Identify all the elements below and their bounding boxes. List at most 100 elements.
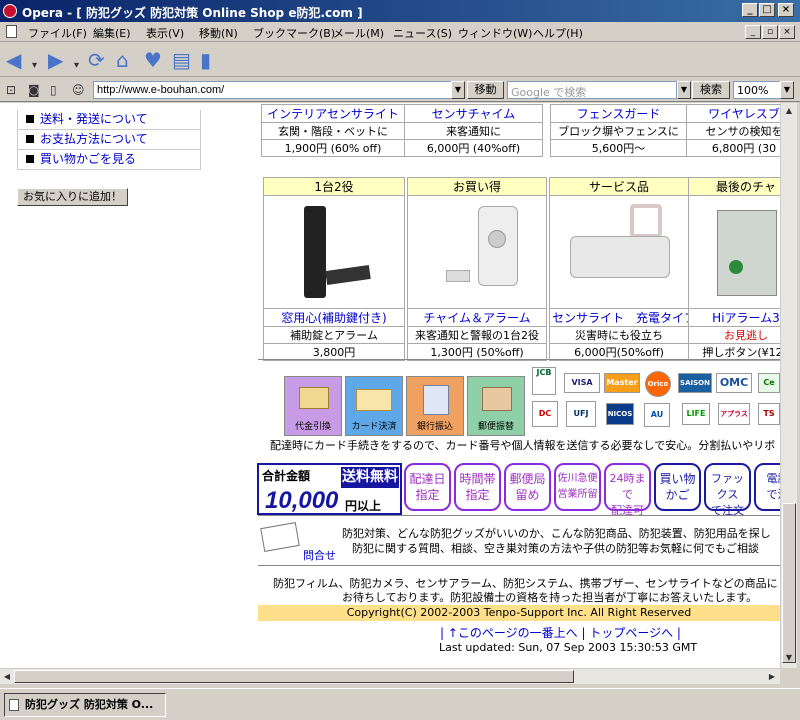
menu-go[interactable]: 移動(N): [199, 25, 238, 41]
nav-link-shipping[interactable]: 送料・発送について: [40, 112, 148, 126]
scroll-down-icon[interactable]: ▼: [782, 651, 796, 665]
search-engine-dropdown[interactable]: ▼: [677, 81, 691, 99]
top-products-table: インテリアセンサライト センサチャイム フェンスガード ワイヤレスブ 玄関・階段…: [261, 104, 780, 157]
copyright: Copyright(C) 2002-2003 Tenpo-Support Inc…: [258, 605, 780, 621]
go-button[interactable]: 移動: [467, 81, 504, 99]
scroll-corner: [780, 668, 800, 688]
mdi-restore-button[interactable]: ▫: [762, 25, 778, 39]
card-logo-nicos: NICOS: [606, 403, 634, 425]
menu-mail[interactable]: メール(M): [333, 25, 384, 41]
product-image-window-lock[interactable]: [263, 195, 405, 309]
nav-item-payment[interactable]: お支払方法について: [17, 130, 201, 150]
zoom-select[interactable]: 100%: [733, 81, 783, 99]
scroll-left-icon[interactable]: ◀: [0, 670, 14, 684]
horizontal-scrollbar[interactable]: ◀ ▶: [0, 668, 780, 684]
product-desc: 補助錠とアラーム: [263, 326, 405, 344]
page-info-icon[interactable]: ▯: [50, 83, 57, 97]
home-icon[interactable]: ⌂: [116, 49, 129, 71]
divider: [258, 515, 780, 516]
menu-file[interactable]: ファイル(F): [28, 25, 87, 41]
threshold-amount: 10,000: [265, 487, 339, 514]
benefit-sagawa[interactable]: 佐川急便 営業所留: [554, 463, 601, 511]
mdi-minimize-button[interactable]: _: [745, 25, 761, 39]
task-button[interactable]: 防犯グッズ 防犯対策 O...: [4, 693, 166, 717]
menu-window[interactable]: ウィンドウ(W): [458, 25, 532, 41]
payment-cod[interactable]: 代金引換: [284, 376, 342, 436]
product-name[interactable]: Hiアラーム3: [688, 308, 780, 327]
card-logo-aplus: アプラス: [718, 403, 750, 425]
back-history-icon[interactable]: ▾: [32, 55, 37, 77]
page-nav-links[interactable]: | ↑このページの一番上へ | トップページへ |: [440, 624, 681, 641]
nav-item-shipping[interactable]: 送料・発送について: [17, 110, 201, 130]
product-name[interactable]: インテリアセンサライト: [261, 104, 405, 123]
menu-help[interactable]: ヘルプ(H): [533, 25, 583, 41]
print-icon[interactable]: ▤: [172, 49, 191, 71]
benefit-phone-order[interactable]: 電話 で注: [754, 463, 780, 511]
menu-bookmarks[interactable]: ブックマーク(B): [253, 25, 335, 41]
product-image-hi-alarm[interactable]: [688, 195, 780, 309]
forward-history-icon[interactable]: ▾: [74, 55, 79, 77]
hotlist-icon[interactable]: ♥: [144, 49, 162, 71]
back-icon[interactable]: ◀: [6, 49, 21, 71]
zoom-dropdown[interactable]: ▼: [780, 81, 794, 99]
product-name[interactable]: センサライト 充電タイプ: [549, 308, 689, 327]
reload-icon[interactable]: ⟳: [88, 49, 105, 71]
card-logo-jcb: JCB: [532, 367, 556, 395]
benefit-time-slot[interactable]: 時間帯 指定: [454, 463, 501, 511]
minimize-button[interactable]: _: [742, 3, 758, 17]
product-name[interactable]: センサチャイム: [404, 104, 543, 123]
card-logo-ts: TS: [758, 403, 780, 425]
payment-card[interactable]: カード決済: [345, 376, 403, 436]
product-price: 1,300円 (50%off): [407, 343, 547, 361]
card-logo-au: AU: [644, 403, 670, 427]
benefit-post-office[interactable]: 郵便局 留め: [504, 463, 551, 511]
nav-link-payment[interactable]: お支払方法について: [40, 132, 148, 146]
bullet-icon: [26, 155, 34, 163]
scroll-up-icon[interactable]: ▲: [782, 104, 796, 118]
title-bar[interactable]: Opera - [ 防犯グッズ 防犯対策 Online Shop e防犯.com…: [0, 0, 800, 22]
address-bar: ⊡ ◙ ▯ ☺ http://www.e-bouhan.com/ ▼ 移動 Go…: [0, 78, 800, 102]
address-dropdown-button[interactable]: ▼: [451, 81, 465, 99]
payment-postal[interactable]: 郵便振替: [467, 376, 525, 436]
maximize-button[interactable]: □: [759, 3, 775, 17]
product-desc: 来客通知に: [404, 122, 543, 140]
product-name[interactable]: チャイム＆アラーム: [407, 308, 547, 327]
payment-bank[interactable]: 銀行振込: [406, 376, 464, 436]
close-button[interactable]: ×: [778, 3, 794, 17]
contact-card-icon[interactable]: [260, 522, 300, 552]
camera-icon[interactable]: ◙: [28, 83, 40, 97]
product-name[interactable]: フェンスガード: [550, 104, 687, 123]
scroll-right-icon[interactable]: ▶: [765, 670, 779, 684]
mdi-close-button[interactable]: ×: [779, 25, 795, 39]
user-icon[interactable]: ☺: [72, 83, 85, 97]
benefit-delivery-date[interactable]: 配達日 指定: [404, 463, 451, 511]
contact-link[interactable]: 問合せ: [303, 547, 336, 563]
address-input[interactable]: http://www.e-bouhan.com/: [93, 81, 465, 99]
nav-item-cart[interactable]: 買い物かごを見る: [17, 150, 201, 170]
product-image-sensor-light[interactable]: [549, 195, 689, 309]
add-favorite-button[interactable]: お気に入りに追加！: [17, 188, 128, 206]
nav-link-cart[interactable]: 買い物かごを見る: [40, 152, 136, 166]
vertical-scroll-thumb[interactable]: [782, 503, 796, 663]
vertical-scrollbar[interactable]: ▲ ▼: [780, 103, 797, 668]
free-shipping-banner: 合計金額 送料無料 10,000 円以上: [257, 463, 402, 515]
card-logo-saison: SAISON: [678, 373, 712, 393]
product-image-chime-alarm[interactable]: [407, 195, 547, 309]
benefit-24h[interactable]: 24時まで 配達可: [604, 463, 651, 517]
card-logo-master: Master: [604, 373, 640, 393]
benefit-cart[interactable]: 買い物 かご: [654, 463, 701, 511]
search-button[interactable]: 検索: [692, 81, 730, 99]
security-icon[interactable]: ⊡: [6, 83, 16, 97]
page-icon[interactable]: ▮: [200, 49, 211, 71]
menu-news[interactable]: ニュース(S): [393, 25, 452, 41]
benefit-fax-order[interactable]: ファックス で注文: [704, 463, 751, 517]
free-shipping-label: 送料無料: [341, 467, 399, 488]
menu-edit[interactable]: 編集(E): [93, 25, 131, 41]
menu-view[interactable]: 表示(V): [146, 25, 184, 41]
product-desc: ブロック塀やフェンスに: [550, 122, 687, 140]
horizontal-scroll-thumb[interactable]: [14, 670, 574, 683]
product-name[interactable]: ワイヤレスブ: [686, 104, 780, 123]
forward-icon[interactable]: ▶: [48, 49, 63, 71]
search-input[interactable]: Google で検索: [507, 81, 677, 99]
product-name[interactable]: 窓用心(補助鍵付き): [263, 308, 405, 327]
